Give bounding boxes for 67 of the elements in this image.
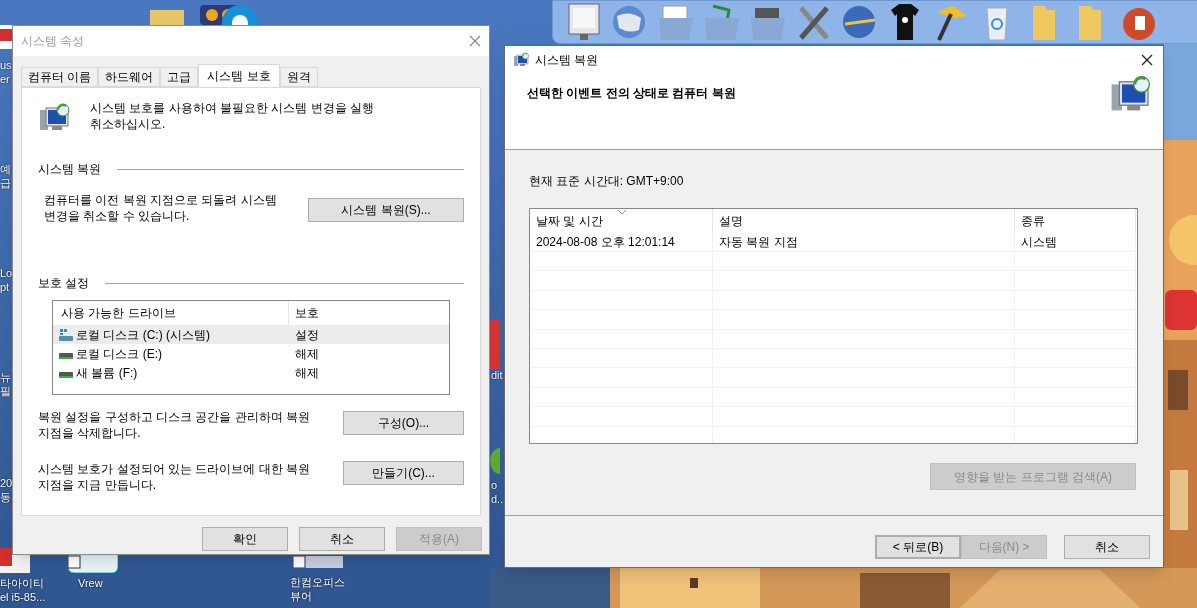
system-drive-icon <box>59 328 73 341</box>
tab[interactable]: 하드웨어 <box>98 67 161 87</box>
table-cell: 2024-08-08 오후 12:01:14 <box>530 233 713 251</box>
icon-label[interactable]: pt <box>0 280 10 294</box>
page-heading: 선택한 이벤트 전의 상태로 컴퓨터 복원 <box>527 85 736 102</box>
folder-icon <box>657 2 695 42</box>
list-row[interactable]: 새 볼륨 (F:) 해제 <box>53 363 449 382</box>
button[interactable]: < 뒤로(B) <box>875 535 961 559</box>
icon-label[interactable]: 필 <box>0 384 11 398</box>
tab[interactable]: 고급 <box>160 67 199 87</box>
icon-label[interactable]: 20 <box>0 476 13 490</box>
icon-label[interactable]: 타아이티 <box>0 576 44 590</box>
icon-label[interactable]: Vrew <box>78 576 103 590</box>
table-cell: 자동 복원 지점 <box>713 233 1015 251</box>
icon-label[interactable]: Lo <box>0 266 13 280</box>
window-title: 시스템 속성 <box>21 33 85 50</box>
column-header[interactable]: 종류 <box>1015 209 1136 233</box>
button[interactable]: 확인 <box>202 527 288 551</box>
description: 시스템 보호를 사용하여 불필요한 시스템 변경을 실행 취소하십시오. <box>90 100 375 133</box>
section-heading: 보호 설정 <box>38 275 90 292</box>
description: 시스템 보호가 설정되어 있는 드라이브에 대한 복원 지점을 지금 만듭니다. <box>38 461 311 493</box>
list-row[interactable]: 로컬 디스크 (C:) (시스템) 설정 <box>53 325 449 344</box>
table-cell: 시스템 <box>1015 233 1136 251</box>
tab[interactable]: 원격 <box>279 67 318 87</box>
close-icon <box>469 35 481 47</box>
icon-label[interactable]: dit <box>491 368 503 382</box>
column-header[interactable]: 날짜 및 시간 <box>530 209 713 233</box>
button[interactable]: 취소 <box>299 527 385 551</box>
app-icon <box>293 556 343 568</box>
column-header[interactable]: 보호 <box>289 304 319 322</box>
list-row[interactable]: 로컬 디스크 (E:) 해제 <box>53 344 449 363</box>
icon-label[interactable]: us <box>0 58 12 72</box>
app-icon <box>490 448 500 474</box>
icon-label[interactable]: 예 <box>0 162 11 176</box>
column-header[interactable]: 설명 <box>713 209 1015 233</box>
tab[interactable]: 시스템 보호 <box>198 64 280 87</box>
icon-label[interactable]: d.. <box>491 492 504 506</box>
protection-status: 해제 <box>294 345 319 363</box>
monitor-icon <box>565 2 603 42</box>
folder-icon <box>703 2 741 42</box>
tab[interactable]: 컴퓨터 이름 <box>21 67 99 87</box>
protection-status: 설정 <box>294 326 319 344</box>
drive-name: 새 볼륨 (F:) <box>76 364 138 382</box>
icon-label[interactable]: 급 <box>0 176 11 190</box>
app-icon <box>490 320 500 370</box>
window-title: 시스템 복원 <box>535 52 599 69</box>
icon-label[interactable]: o <box>491 478 498 492</box>
icon-label[interactable]: 한컴오피스 <box>290 575 345 589</box>
icon-label[interactable]: 뷰어 <box>290 589 312 603</box>
button[interactable]: 시스템 복원(S)... <box>308 198 464 222</box>
folder-icon <box>150 10 184 25</box>
icon-label[interactable]: el i5-85... <box>0 590 46 604</box>
icon-label[interactable]: 동 <box>0 490 11 504</box>
icon-label[interactable]: 뉴 <box>0 370 11 384</box>
button[interactable]: 만들기(C)... <box>343 461 464 485</box>
drive-name: 로컬 디스크 (C:) (시스템) <box>76 326 210 344</box>
close-icon <box>1141 54 1153 66</box>
computer-restore-icon <box>513 52 529 68</box>
section-heading: 시스템 복원 <box>38 161 102 178</box>
protection-status: 해제 <box>294 364 319 382</box>
timezone-text: 현재 표준 시간대: GMT+9:00 <box>529 173 685 190</box>
drive-name: 로컬 디스크 (E:) <box>76 345 162 363</box>
button[interactable]: 취소 <box>1064 535 1150 559</box>
description: 컴퓨터를 이전 복원 지점으로 되돌려 시스템 변경을 취소할 수 있습니다. <box>44 192 278 224</box>
description: 복원 설정을 구성하고 디스크 공간을 관리하며 복원 지점을 삭제합니다. <box>38 409 311 441</box>
icon-label[interactable]: er <box>0 72 10 86</box>
button[interactable]: 구성(O)... <box>343 411 464 435</box>
